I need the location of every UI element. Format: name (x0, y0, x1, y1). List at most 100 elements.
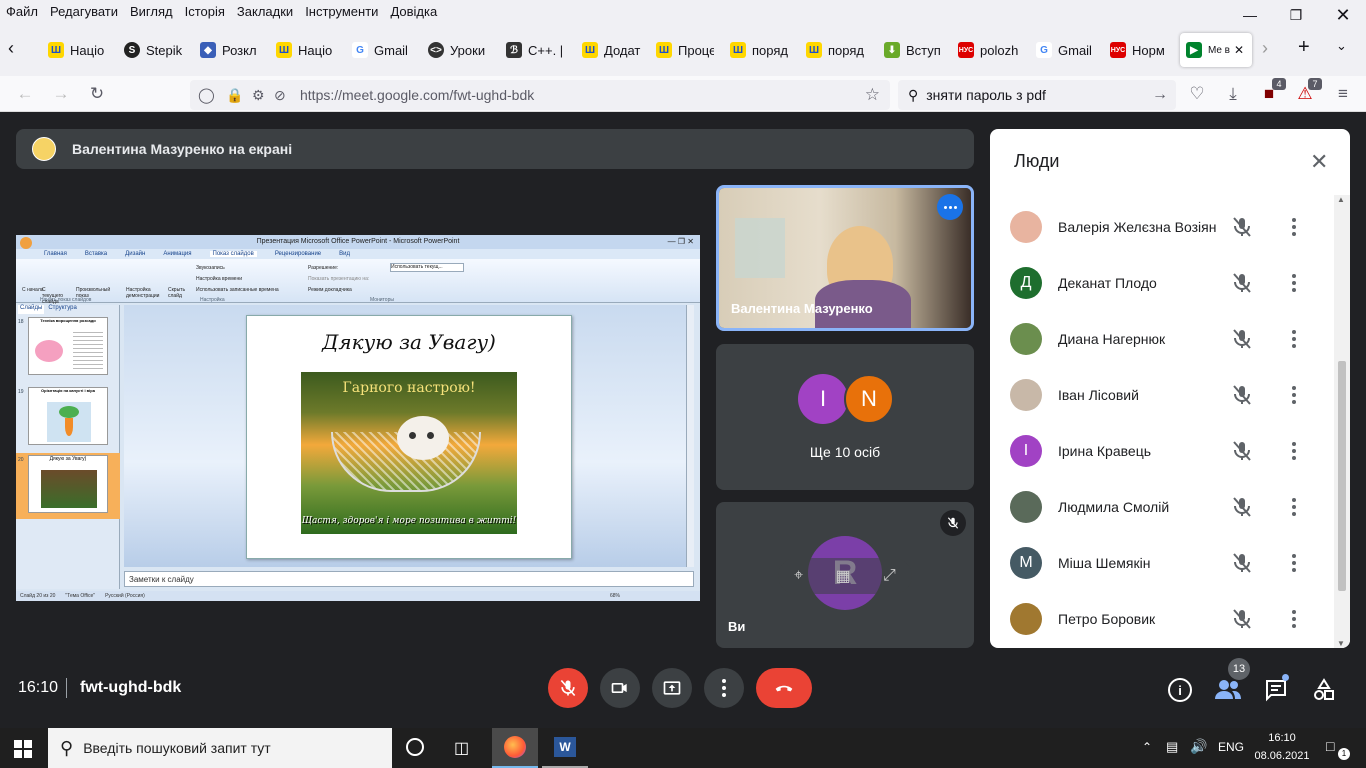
slide-thumb-19[interactable]: Орієнтація на капусті і віра (28, 387, 108, 445)
language-indicator[interactable]: ENG (1218, 740, 1244, 754)
participant-options-icon[interactable] (1284, 607, 1304, 631)
participant-row[interactable]: M Міша Шемякін (990, 535, 1334, 591)
slide-thumb-18[interactable]: Техніка вирощення розсади (28, 317, 108, 375)
camera-toggle-button[interactable] (600, 668, 640, 708)
pin-icon[interactable]: ⌖ (794, 567, 803, 585)
menu-bookmarks[interactable]: Закладки (231, 4, 299, 19)
tab-10[interactable]: Шпоряд (730, 36, 790, 64)
menu-file[interactable]: Файл (0, 4, 44, 19)
more-actions-button[interactable] (704, 668, 744, 708)
participant-options-icon[interactable] (1284, 551, 1304, 575)
lock-icon[interactable]: 🔒 (226, 87, 243, 104)
url-bar[interactable]: ◯ 🔒 ⚙ ⊘ https://meet.google.com/fwt-ughd… (190, 80, 890, 110)
self-tile[interactable]: R ⌖ ▦ ⤢ Ви (716, 502, 974, 648)
tab-8[interactable]: Ш Додат (582, 36, 642, 64)
shield-tracking-icon[interactable]: ◯ (198, 86, 215, 104)
participant-row[interactable]: Петро Боровик (990, 591, 1334, 647)
tab-12[interactable]: ⬇ Вступ (884, 36, 944, 64)
mic-off-icon (560, 679, 576, 697)
search-box[interactable]: ⚲ зняти пароль з pdf → (898, 80, 1176, 110)
pocket-icon[interactable]: ♡ (1184, 82, 1210, 106)
windows-start-icon[interactable] (14, 740, 32, 758)
bookmark-star-icon[interactable]: ☆ (865, 85, 880, 105)
back-icon[interactable]: ← (12, 82, 38, 106)
chat-icon[interactable] (1264, 678, 1288, 707)
forward-icon[interactable]: → (48, 82, 74, 106)
slide-thumb-20[interactable]: Дякую за Увагу) (28, 455, 108, 513)
tab-active-meet[interactable]: ▶Me відт✕ (1180, 33, 1252, 67)
participant-row[interactable]: I Ірина Кравець (990, 423, 1334, 479)
present-screen-icon (663, 681, 681, 695)
list-tabs-icon[interactable]: ⌄ (1336, 38, 1347, 54)
participant-options-icon[interactable] (1284, 271, 1304, 295)
clock-date[interactable]: 08.06.2021 (1254, 750, 1310, 762)
tabs-scroll-right-icon[interactable]: › (1262, 38, 1268, 59)
hamburger-menu-icon[interactable]: ≡ (1330, 82, 1356, 106)
participant-options-icon[interactable] (1284, 215, 1304, 239)
tab-11[interactable]: Шпоряд (806, 36, 866, 64)
word-taskbar-button[interactable]: W (542, 728, 588, 768)
participant-row[interactable]: Людмила Смолій (990, 479, 1334, 535)
qr-icon[interactable]: ▦ (836, 566, 851, 586)
participant-row[interactable]: Іван Лісовий (990, 367, 1334, 423)
tab-5[interactable]: G Gmail (352, 36, 412, 64)
volume-icon[interactable]: 🔊 (1190, 738, 1207, 755)
tab-9[interactable]: Ш Проце (656, 36, 714, 64)
tab-14[interactable]: G Gmail (1036, 36, 1094, 64)
present-button[interactable] (652, 668, 692, 708)
participant-options-icon[interactable] (1284, 327, 1304, 351)
participant-row[interactable]: Диана Нагернюк (990, 311, 1334, 367)
new-tab-icon[interactable]: + (1298, 36, 1310, 59)
permissions-icon[interactable]: ⚙ (252, 87, 265, 104)
activities-icon[interactable] (1312, 678, 1336, 707)
reload-icon[interactable]: ↻ (84, 82, 110, 106)
clock-time[interactable]: 16:10 (1254, 732, 1310, 744)
tab-1[interactable]: Ш Націо (48, 36, 108, 64)
close-panel-icon[interactable]: ✕ (1310, 149, 1328, 175)
people-scrollbar[interactable]: ▲ ▼ (1334, 195, 1350, 648)
mic-toggle-button[interactable] (548, 668, 588, 708)
firefox-taskbar-button[interactable] (492, 728, 538, 768)
divider (66, 678, 67, 698)
cortana-icon[interactable] (406, 738, 424, 756)
tab-2[interactable]: S Stepik (124, 36, 182, 64)
tab-13[interactable]: НУС polozh (958, 36, 1018, 64)
participant-options-icon[interactable] (1284, 383, 1304, 407)
tab-7[interactable]: ℬ C++. | (506, 36, 568, 64)
menu-history[interactable]: Історія (179, 4, 231, 19)
camera-blocked-icon[interactable]: ⊘ (274, 87, 286, 104)
people-panel: Люди ✕ Валерія Желєзна Возіян Д Деканат Пл… (990, 129, 1350, 648)
menu-edit[interactable]: Редагувати (44, 4, 124, 19)
taskbar-search[interactable]: ⚲ Введіть пошуковий запит тут (48, 728, 392, 768)
minimize-tile-icon[interactable]: ⤢ (883, 567, 896, 585)
tray-expand-icon[interactable]: ⌃ (1142, 740, 1152, 754)
network-icon[interactable]: ▤ (1166, 739, 1178, 755)
tab-6[interactable]: <> Уроки (428, 36, 490, 64)
notifications-icon[interactable]: □ (1326, 738, 1334, 754)
close-tab-icon[interactable]: ✕ (1234, 43, 1244, 57)
tab-3[interactable]: ◆ Розкл (200, 36, 258, 64)
people-icon[interactable] (1214, 678, 1244, 702)
task-view-icon[interactable]: ◫ (454, 738, 469, 758)
slide-scrollbar[interactable] (686, 305, 694, 567)
meeting-code: fwt-ughd-bdk (80, 679, 182, 696)
participant-avatar: M (1010, 547, 1042, 579)
participant-row[interactable]: Д Деканат Плодо (990, 255, 1334, 311)
others-tile[interactable]: I N Ще 10 осіб (716, 344, 974, 490)
info-icon[interactable]: i (1168, 678, 1192, 702)
leave-call-button[interactable] (756, 668, 812, 708)
tabs-scroll-left-icon[interactable]: ‹ (8, 38, 14, 59)
tab-4[interactable]: Ш Націо (276, 36, 336, 64)
participant-row[interactable]: Валерія Желєзна Возіян (990, 199, 1334, 255)
menu-view[interactable]: Вигляд (124, 4, 179, 19)
notes-pane[interactable]: Заметки к слайду (124, 571, 694, 587)
menu-tools[interactable]: Інструменти (299, 4, 384, 19)
participant-options-icon[interactable] (1284, 495, 1304, 519)
participant-options-icon[interactable] (1284, 439, 1304, 463)
speaker-video-tile[interactable]: Валентина Мазуренко (716, 185, 974, 331)
downloads-icon[interactable]: ⤓ (1220, 82, 1246, 106)
tab-15[interactable]: НУС Норм (1110, 36, 1168, 64)
more-options-icon[interactable] (937, 194, 963, 220)
menu-help[interactable]: Довідка (384, 4, 443, 19)
search-go-icon[interactable]: → (1152, 86, 1168, 104)
